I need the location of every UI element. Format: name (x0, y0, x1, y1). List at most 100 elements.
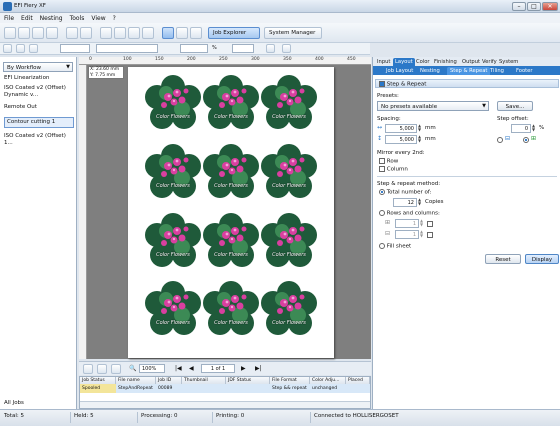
column-header[interactable]: JDF Status (226, 377, 270, 384)
cut-icon[interactable] (66, 27, 78, 39)
display-button[interactable]: Display (525, 254, 559, 264)
tab-finishing[interactable]: Finishing (432, 58, 459, 66)
column-header[interactable]: Job ID (156, 377, 182, 384)
position-x-input[interactable] (60, 44, 90, 53)
columns-icon[interactable] (111, 364, 121, 374)
spin-icon[interactable]: ▲ ▼ (420, 219, 425, 228)
mirror-row-option[interactable]: Row (379, 158, 398, 165)
crop-icon[interactable] (176, 27, 188, 39)
offset-columns-radio[interactable] (523, 137, 529, 143)
zoom-icon[interactable]: 🔍 (129, 365, 136, 372)
zoom-tool-icon[interactable] (3, 44, 12, 53)
step-offset-input[interactable]: 0 (511, 124, 531, 133)
workflow-item[interactable]: Remote Out (4, 104, 74, 111)
copies-input[interactable]: 12 (393, 198, 417, 207)
step-repeat-checkbox[interactable] (379, 81, 385, 87)
import-icon[interactable] (18, 27, 30, 39)
workflow-item[interactable]: EFI Linearization (4, 75, 74, 82)
spin-icon[interactable]: ▲ ▼ (418, 198, 423, 207)
spin-icon[interactable]: ▲ ▼ (418, 124, 423, 133)
close-button[interactable]: ✕ (542, 2, 558, 11)
rows-input[interactable]: 1 (395, 219, 419, 228)
rows-columns-option[interactable]: Rows and columns: (379, 210, 440, 217)
workflow-filter-dropdown[interactable]: By Workflow ▼ (3, 62, 73, 72)
mirror-icon[interactable] (282, 44, 291, 53)
menu-view[interactable]: View (87, 13, 108, 22)
horizontal-scrollbar[interactable] (80, 401, 370, 408)
repeated-tile[interactable]: Color Flowers (144, 75, 202, 133)
distribute-icon[interactable] (29, 44, 38, 53)
last-page-icon[interactable]: ▶| (255, 365, 262, 372)
save-preset-button[interactable]: Save... (497, 101, 533, 111)
tab-system[interactable]: System (497, 58, 520, 66)
spacing-vertical-input[interactable]: 5,000 (385, 135, 417, 144)
column-header[interactable]: Job Status (80, 377, 116, 384)
rotation-input[interactable] (232, 44, 254, 53)
repeated-tile[interactable]: Color Flowers (202, 281, 260, 339)
tab-color[interactable]: Color (414, 58, 432, 66)
page-indicator[interactable]: 1 of 1 (201, 364, 235, 373)
total-number-option[interactable]: Total number of: (379, 189, 432, 196)
repeated-tile[interactable]: Color Flowers (260, 144, 318, 202)
tab-output[interactable]: Output (460, 58, 482, 66)
total-number-radio[interactable] (379, 189, 385, 195)
all-jobs-label[interactable]: All Jobs (4, 400, 24, 406)
repeated-tile[interactable]: Color Flowers (144, 144, 202, 202)
spin-icon[interactable]: ▲ ▼ (532, 124, 537, 133)
tab-input[interactable]: Input (375, 58, 392, 66)
scale-input[interactable] (180, 44, 208, 53)
refresh-icon[interactable] (142, 27, 154, 39)
subtab-job-layout[interactable]: Job Layout (383, 67, 416, 75)
spacing-horizontal-input[interactable]: 5,000 (385, 124, 417, 133)
menu-tools[interactable]: Tools (66, 13, 88, 22)
subtab-nesting[interactable]: Nesting (417, 67, 443, 75)
repeated-tile[interactable]: Color Flowers (144, 213, 202, 271)
offset-rows-radio[interactable] (497, 137, 503, 143)
layout-icon[interactable] (100, 27, 112, 39)
repeated-tile[interactable]: Color Flowers (144, 281, 202, 339)
menu-file[interactable]: File (0, 13, 17, 22)
tab-layout[interactable]: Layout (393, 58, 415, 66)
network-icon[interactable] (46, 27, 58, 39)
mirror-row-checkbox[interactable] (379, 158, 385, 164)
workflow-item[interactable]: ISO Coated v2 (Offset) Dynamic v... (4, 85, 74, 99)
maximize-button[interactable]: □ (527, 2, 541, 11)
reset-button[interactable]: Reset (485, 254, 521, 264)
fill-sheet-option[interactable]: Fill sheet (379, 243, 411, 250)
subtab-footer[interactable]: Footer (513, 67, 536, 75)
repeated-tile[interactable]: Color Flowers (260, 75, 318, 133)
menu-edit[interactable]: Edit (17, 13, 36, 22)
rows-columns-radio[interactable] (379, 210, 385, 216)
open-icon[interactable] (4, 27, 16, 39)
column-header[interactable]: Placed (346, 377, 370, 384)
spin-icon[interactable]: ▲ ▼ (418, 135, 423, 144)
columns-input[interactable]: 1 (395, 230, 419, 239)
wand-icon[interactable] (190, 27, 202, 39)
align-icon[interactable] (16, 44, 25, 53)
view-mode-icon[interactable] (83, 364, 93, 374)
minimize-button[interactable]: – (512, 2, 526, 11)
print-icon[interactable] (32, 27, 44, 39)
workflow-item-selected[interactable]: Contour cutting 1 (4, 117, 74, 128)
next-page-icon[interactable]: ▶ (241, 365, 246, 372)
mirror-column-checkbox[interactable] (379, 166, 385, 172)
column-header[interactable]: File Format (270, 377, 310, 384)
columns-fill-checkbox[interactable] (427, 232, 433, 238)
color-icon[interactable] (114, 27, 126, 39)
presets-dropdown[interactable]: No presets available ▼ (377, 101, 489, 111)
job-explorer-button[interactable]: Job Explorer (208, 27, 260, 39)
repeated-tile[interactable]: Color Flowers (260, 281, 318, 339)
column-header[interactable]: File name (116, 377, 156, 384)
red-stop-icon[interactable] (128, 27, 140, 39)
prev-page-icon[interactable]: ◀ (189, 365, 194, 372)
menu-nesting[interactable]: Nesting (36, 13, 66, 22)
workflow-item[interactable]: ISO Coated v2 (Offset) 1... (4, 133, 74, 147)
media-sheet[interactable]: Color Flowers Color Flowers Color Flowers C… (128, 67, 334, 358)
select-arrow-icon[interactable] (162, 27, 174, 39)
repeated-tile[interactable]: Color Flowers (202, 75, 260, 133)
subtab-step-repeat[interactable]: Step & Repeat (447, 67, 491, 75)
position-y-input[interactable] (96, 44, 158, 53)
stamp-icon[interactable] (80, 27, 92, 39)
repeated-tile[interactable]: Color Flowers (202, 144, 260, 202)
repeated-tile[interactable]: Color Flowers (260, 213, 318, 271)
